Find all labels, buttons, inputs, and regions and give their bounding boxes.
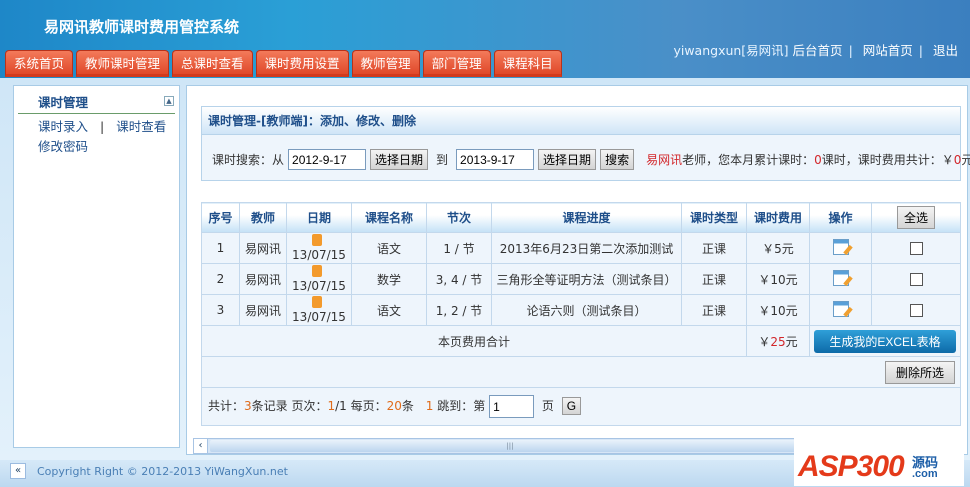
row-course: 语文 bbox=[351, 294, 427, 326]
from-date-input[interactable] bbox=[288, 149, 367, 170]
scroll-left-icon[interactable]: ‹ bbox=[194, 439, 208, 453]
edit-icon[interactable] bbox=[832, 300, 849, 317]
to-date-input[interactable] bbox=[456, 149, 535, 170]
row-type: 正课 bbox=[681, 294, 747, 326]
col-section: 节次 bbox=[426, 202, 492, 233]
row-type: 正课 bbox=[681, 263, 747, 295]
row-teacher: 易网讯 bbox=[239, 232, 287, 264]
edit-icon[interactable] bbox=[832, 238, 849, 255]
search-label: 课时搜索：从 bbox=[212, 153, 285, 167]
row-course: 语文 bbox=[351, 232, 427, 264]
user-name: yiwangxun[易网讯] bbox=[673, 43, 789, 58]
total-row: 本页费用合计 ￥25元 生成我的EXCEL表格 bbox=[201, 325, 961, 357]
row-fee: ￥10元 bbox=[746, 294, 810, 326]
export-excel-button[interactable]: 生成我的EXCEL表格 bbox=[814, 329, 956, 353]
table-row: 1 易网讯 13/07/15 语文 1 / 节 2013年6月23日第二次添加测… bbox=[201, 232, 961, 264]
tab-subjects[interactable]: 课程科目 bbox=[493, 50, 562, 77]
table-header: 序号 教师 日期 课程名称 节次 课程进度 课时类型 课时费用 操作 全选 bbox=[201, 202, 961, 233]
search-button[interactable]: 搜索 bbox=[600, 149, 635, 170]
tab-teacher-hours[interactable]: 教师课时管理 bbox=[76, 50, 170, 77]
row-fee: ￥5元 bbox=[746, 232, 810, 264]
pick-to-date-button[interactable]: 选择日期 bbox=[538, 149, 597, 170]
copyright: Copyright Right © 2012-2013 YiWangXun.ne… bbox=[37, 465, 288, 478]
user-bar: yiwangxun[易网讯] 后台首页 | 网站首页 | 退出 bbox=[673, 43, 958, 58]
row-section: 1 / 节 bbox=[426, 232, 492, 264]
col-progress: 课程进度 bbox=[491, 202, 682, 233]
app-title: 易网讯教师课时费用管控系统 bbox=[44, 18, 240, 36]
pager: 共计：3条记录 页次：1/1 每页：20条 1 跳到：第 页 G bbox=[201, 387, 961, 426]
table-row: 2 易网讯 13/07/15 数学 3, 4 / 节 三角形全等证明方法（测试条… bbox=[201, 263, 961, 295]
calendar-icon bbox=[312, 234, 322, 246]
col-type: 课时类型 bbox=[681, 202, 747, 233]
to-label: 到 bbox=[436, 153, 449, 167]
row-date: 13/07/15 bbox=[286, 232, 352, 264]
tab-departments[interactable]: 部门管理 bbox=[422, 50, 491, 77]
col-course: 课程名称 bbox=[351, 202, 427, 233]
tab-home[interactable]: 系统首页 bbox=[5, 50, 74, 77]
table-row: 3 易网讯 13/07/15 语文 1, 2 / 节 论语六则（测试条目） 正课… bbox=[201, 294, 961, 326]
row-progress: 2013年6月23日第二次添加测试 bbox=[491, 232, 682, 264]
search-bar: 课时搜索：从 选择日期 到 选择日期 搜索 易网讯老师，您本月累计课时：0课时，… bbox=[212, 149, 970, 170]
col-teacher: 教师 bbox=[239, 202, 287, 233]
search-panel: 课时管理-[教师端]：添加、修改、删除 课时搜索：从 选择日期 到 选择日期 搜… bbox=[201, 106, 970, 181]
tab-total-hours[interactable]: 总课时查看 bbox=[172, 50, 253, 77]
calendar-icon bbox=[312, 296, 322, 308]
edit-icon[interactable] bbox=[832, 269, 849, 286]
row-type: 正课 bbox=[681, 232, 747, 264]
pick-from-date-button[interactable]: 选择日期 bbox=[370, 149, 429, 170]
summary-text: 易网讯老师，您本月累计课时：0课时，课时费用共计：￥0元 bbox=[646, 153, 970, 167]
col-no: 序号 bbox=[201, 202, 240, 233]
col-date: 日期 bbox=[286, 202, 352, 233]
row-progress: 论语六则（测试条目） bbox=[491, 294, 682, 326]
total-fee: ￥25元 bbox=[746, 325, 810, 357]
row-section: 1, 2 / 节 bbox=[426, 294, 492, 326]
divider bbox=[18, 113, 175, 114]
go-button[interactable]: G bbox=[561, 397, 582, 415]
site-home-link[interactable]: 网站首页 bbox=[863, 43, 913, 58]
sidebar-title: 课时管理 bbox=[38, 95, 89, 110]
row-date: 13/07/15 bbox=[286, 294, 352, 326]
col-fee: 课时费用 bbox=[746, 202, 810, 233]
row-checkbox[interactable] bbox=[909, 242, 923, 255]
row-checkbox[interactable] bbox=[909, 273, 923, 286]
collapse-sidebar-icon[interactable]: « bbox=[10, 463, 26, 479]
calendar-icon bbox=[312, 265, 322, 277]
watermark-logo: ASP300 源码 .com bbox=[794, 436, 964, 486]
separator: | bbox=[100, 119, 105, 134]
row-teacher: 易网讯 bbox=[239, 294, 287, 326]
row-section: 3, 4 / 节 bbox=[426, 263, 492, 295]
row-course: 数学 bbox=[351, 263, 427, 295]
sidebar-item-view[interactable]: 课时查看 bbox=[116, 119, 166, 134]
total-label: 本页费用合计 bbox=[201, 325, 747, 357]
sidebar-item-entry[interactable]: 课时录入 bbox=[38, 119, 88, 134]
collapse-icon[interactable]: ▲ bbox=[164, 96, 174, 106]
sidebar-item-password[interactable]: 修改密码 bbox=[38, 139, 88, 154]
tab-fee-settings[interactable]: 课时费用设置 bbox=[255, 50, 349, 77]
row-no: 3 bbox=[201, 294, 240, 326]
row-no: 2 bbox=[201, 263, 240, 295]
scroll-thumb[interactable]: ||| bbox=[210, 440, 810, 452]
sidebar: 课时管理 ▲ 课时录入 | 课时查看 修改密码 bbox=[13, 85, 180, 448]
main-nav: 系统首页 教师课时管理 总课时查看 课时费用设置 教师管理 部门管理 课程科目 bbox=[5, 50, 562, 77]
header: 易网讯教师课时费用管控系统 系统首页 教师课时管理 总课时查看 课时费用设置 教… bbox=[0, 0, 970, 78]
main-panel: 课时管理-[教师端]：添加、修改、删除 课时搜索：从 选择日期 到 选择日期 搜… bbox=[186, 85, 970, 455]
panel-title: 课时管理-[教师端]：添加、修改、删除 bbox=[202, 107, 960, 135]
logout-link[interactable]: 退出 bbox=[933, 43, 958, 58]
tab-teachers[interactable]: 教师管理 bbox=[351, 50, 420, 77]
row-checkbox[interactable] bbox=[909, 304, 923, 317]
delete-selected-button[interactable]: 删除所选 bbox=[884, 360, 955, 384]
row-no: 1 bbox=[201, 232, 240, 264]
select-all-button[interactable]: 全选 bbox=[897, 206, 936, 229]
row-progress: 三角形全等证明方法（测试条目） bbox=[491, 263, 682, 295]
page-link[interactable]: 1 bbox=[426, 399, 434, 413]
page-jump-input[interactable] bbox=[489, 395, 535, 418]
row-fee: ￥10元 bbox=[746, 263, 810, 295]
admin-home-link[interactable]: 后台首页 bbox=[793, 43, 843, 58]
row-teacher: 易网讯 bbox=[239, 263, 287, 295]
row-date: 13/07/15 bbox=[286, 263, 352, 295]
hours-table: 序号 教师 日期 课程名称 节次 课程进度 课时类型 课时费用 操作 全选 1 … bbox=[201, 202, 961, 426]
col-action: 操作 bbox=[808, 202, 873, 233]
